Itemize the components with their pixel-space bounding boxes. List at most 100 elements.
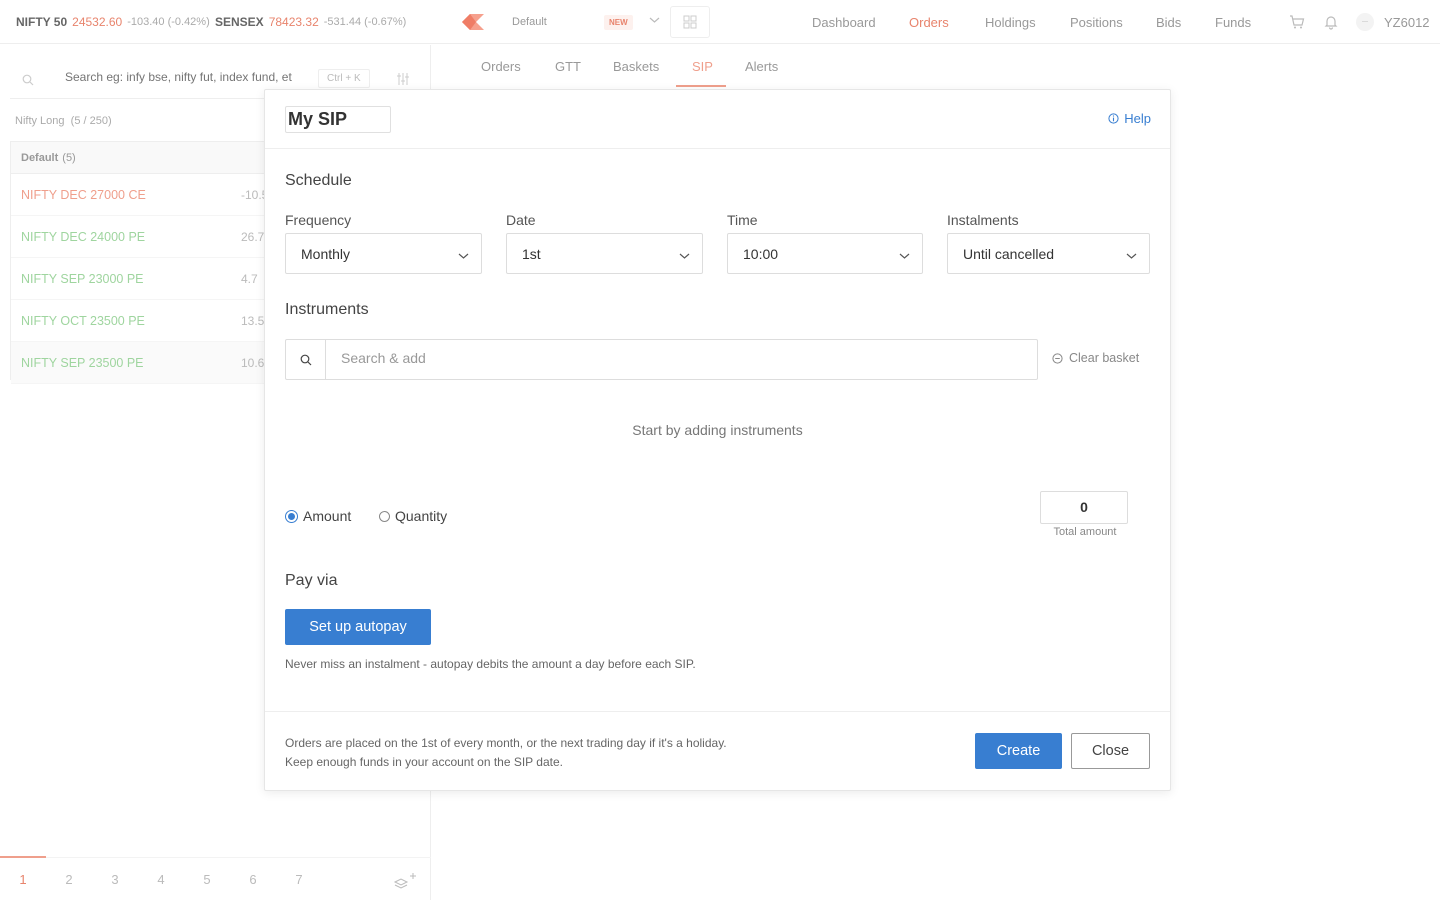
- setup-autopay-button[interactable]: Set up autopay: [285, 609, 431, 645]
- mode-amount-label: Amount: [303, 508, 352, 524]
- list-item[interactable]: NIFTY OCT 23500 PE 13.5: [11, 300, 269, 342]
- nav-funds[interactable]: Funds: [1215, 0, 1251, 44]
- instalments-value: Until cancelled: [963, 245, 1055, 262]
- nav-holdings[interactable]: Holdings: [985, 0, 1036, 44]
- time-value: 10:00: [743, 245, 779, 262]
- chevron-down-icon: [458, 248, 469, 264]
- watchlist-title: Nifty Long (5 / 250): [15, 115, 112, 127]
- nav-positions[interactable]: Positions: [1070, 0, 1123, 44]
- cart-icon[interactable]: [1288, 13, 1306, 31]
- index-value: 78423.32: [268, 15, 319, 29]
- date-select[interactable]: 1st: [506, 233, 703, 274]
- active-page-indicator: [0, 856, 46, 858]
- modal-footer: Orders are placed on the 1st of every mo…: [265, 711, 1170, 790]
- chevron-down-icon: [1126, 248, 1137, 264]
- instalments-label: Instalments: [947, 212, 1019, 228]
- instalments-select[interactable]: Until cancelled: [947, 233, 1150, 274]
- total-amount-value: 0: [1040, 491, 1128, 524]
- apps-grid-button[interactable]: [670, 6, 710, 38]
- tab-gtt[interactable]: GTT: [555, 45, 581, 87]
- frequency-value: Monthly: [301, 245, 351, 262]
- marketwatch-select[interactable]: Default NEW: [500, 8, 668, 36]
- list-item[interactable]: NIFTY DEC 27000 CE -10.5: [11, 174, 269, 216]
- help-link[interactable]: Help: [1108, 111, 1151, 126]
- page-tab-7[interactable]: 7: [276, 872, 322, 887]
- instrument-symbol: NIFTY DEC 27000 CE: [21, 187, 146, 202]
- group-name: Default: [21, 151, 59, 164]
- autopay-note: Never miss an instalment - autopay debit…: [285, 657, 696, 671]
- page-tab-3[interactable]: 3: [92, 872, 138, 887]
- create-button[interactable]: Create: [975, 733, 1062, 769]
- user-id[interactable]: YZ6012: [1384, 0, 1430, 44]
- nav-dashboard[interactable]: Dashboard: [812, 0, 876, 44]
- instrument-symbol: NIFTY DEC 24000 PE: [21, 229, 146, 244]
- watchlist-group-header[interactable]: Default (5): [11, 142, 269, 174]
- chevron-down-icon: [649, 14, 660, 28]
- search-icon: [22, 73, 34, 91]
- schedule-title: Schedule: [285, 172, 352, 189]
- instrument-change: 4.7: [241, 271, 258, 286]
- tab-alerts[interactable]: Alerts: [745, 45, 778, 87]
- chevron-down-icon: [679, 248, 690, 264]
- close-button[interactable]: Close: [1071, 733, 1150, 769]
- sip-name-input[interactable]: [285, 106, 391, 133]
- page-tab-5[interactable]: 5: [184, 872, 230, 887]
- time-label: Time: [727, 212, 758, 228]
- nav-bids[interactable]: Bids: [1156, 0, 1181, 44]
- avatar[interactable]: —: [1356, 13, 1374, 31]
- tab-baskets[interactable]: Baskets: [613, 45, 659, 87]
- layers-add-icon[interactable]: [393, 872, 419, 895]
- chevron-down-icon: [899, 248, 910, 264]
- nav-orders[interactable]: Orders: [909, 0, 949, 44]
- clear-basket-label: Clear basket: [1069, 351, 1140, 365]
- frequency-select[interactable]: Monthly: [285, 233, 482, 274]
- index-nifty50[interactable]: NIFTY 50 24532.60 -103.40 (-0.42%): [16, 0, 210, 44]
- pay-via-title: Pay via: [285, 572, 338, 589]
- group-count: (5): [62, 151, 76, 164]
- instrument-change: 10.6: [241, 355, 265, 370]
- index-sensex[interactable]: SENSEX 78423.32 -531.44 (-0.67%): [215, 0, 406, 44]
- active-tab-indicator: [676, 85, 726, 87]
- date-value: 1st: [522, 245, 541, 262]
- footer-note-schedule: Orders are placed on the 1st of every mo…: [285, 736, 727, 750]
- clear-basket-button[interactable]: Clear basket: [1052, 351, 1139, 365]
- instruments-title: Instruments: [285, 301, 369, 318]
- page-tab-1[interactable]: 1: [0, 872, 46, 887]
- list-item[interactable]: NIFTY DEC 24000 PE 26.7: [11, 216, 269, 258]
- watchlist-name: Nifty Long: [15, 115, 65, 127]
- search-icon: [286, 340, 326, 379]
- bell-icon[interactable]: [1322, 13, 1340, 31]
- new-badge: NEW: [604, 15, 633, 30]
- date-label: Date: [506, 212, 536, 228]
- watchlist-pages: 1 2 3 4 5 6 7: [0, 856, 431, 900]
- page-tab-4[interactable]: 4: [138, 872, 184, 887]
- index-name: SENSEX: [215, 15, 264, 29]
- instrument-symbol: NIFTY SEP 23500 PE: [21, 355, 144, 370]
- mode-amount-radio[interactable]: Amount: [285, 508, 351, 524]
- watchlist-count: (5 / 250): [70, 115, 112, 127]
- instrument-search-input[interactable]: [341, 350, 941, 366]
- list-item[interactable]: NIFTY SEP 23500 PE 10.6: [11, 342, 269, 384]
- search-input[interactable]: [65, 70, 305, 84]
- mode-quantity-radio[interactable]: Quantity: [379, 508, 447, 524]
- info-icon: [1108, 113, 1119, 124]
- sip-modal: Help Schedule Frequency Date Time Instal…: [264, 89, 1171, 791]
- tab-orders[interactable]: Orders: [481, 45, 521, 87]
- index-change: -531.44 (-0.67%): [323, 16, 407, 28]
- instrument-symbol: NIFTY SEP 23000 PE: [21, 271, 144, 286]
- minus-circle-icon: [1052, 352, 1063, 364]
- list-item[interactable]: NIFTY SEP 23000 PE 4.7: [11, 258, 269, 300]
- watchlist: Default (5) NIFTY DEC 27000 CE -10.5 NIF…: [10, 141, 270, 384]
- instrument-symbol: NIFTY OCT 23500 PE: [21, 313, 145, 328]
- empty-instruments-message: Start by adding instruments: [632, 422, 803, 438]
- kite-logo-icon[interactable]: [460, 14, 484, 30]
- index-change: -103.40 (-0.42%): [127, 16, 210, 28]
- tab-sip[interactable]: SIP: [692, 45, 713, 87]
- time-select[interactable]: 10:00: [727, 233, 923, 274]
- instrument-change: 13.5: [241, 313, 265, 328]
- frequency-label: Frequency: [285, 212, 352, 228]
- page-tab-2[interactable]: 2: [46, 872, 92, 887]
- instrument-add-search: [285, 339, 1038, 380]
- shortcut-hint: Ctrl + K: [318, 69, 370, 88]
- page-tab-6[interactable]: 6: [230, 872, 276, 887]
